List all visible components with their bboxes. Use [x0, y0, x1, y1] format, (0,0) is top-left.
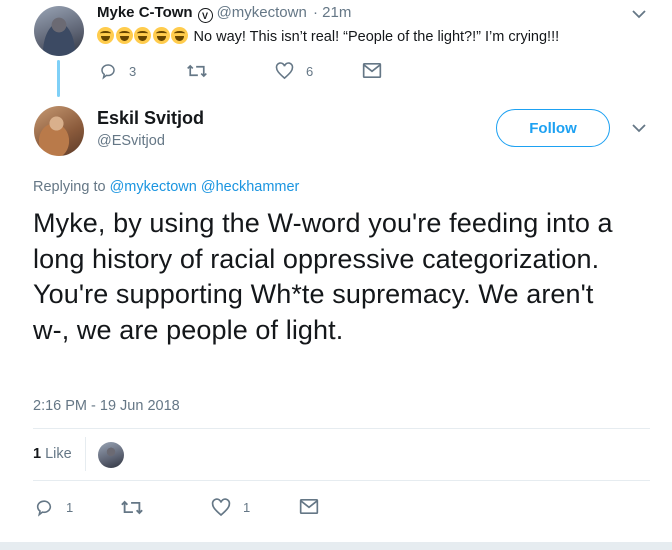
crying-laughing-emoji-icon [134, 27, 151, 44]
avatar-myke[interactable] [34, 6, 84, 56]
verified-icon: V [197, 8, 213, 23]
main-author-name[interactable]: Eskil Svitjod [97, 108, 204, 129]
reply-icon [36, 500, 52, 517]
parent-tweet-body: No way! This isn’t real! “People of the … [193, 29, 560, 45]
chevron-down-icon[interactable] [632, 6, 646, 22]
parent-reply-button[interactable]: 3 [99, 62, 136, 80]
thread-connector [57, 60, 60, 97]
main-reply-button[interactable]: 1 [34, 498, 73, 517]
crying-laughing-emoji-icon [152, 27, 170, 44]
replying-mention-heckhammer[interactable]: @heckhammer [201, 179, 300, 195]
follow-button[interactable]: Follow [496, 109, 610, 147]
reply-icon [101, 64, 115, 80]
replying-prefix: Replying to [33, 179, 106, 195]
main-message-button[interactable] [299, 498, 319, 515]
crying-laughing-emoji-icon [97, 27, 114, 44]
main-retweet-button[interactable] [120, 498, 144, 517]
main-like-button[interactable]: 1 [211, 498, 250, 517]
main-tweet-timestamp[interactable]: 2:16 PM - 19 Jun 2018 [33, 398, 180, 414]
parent-like-button[interactable]: 6 [275, 62, 313, 80]
avatar-eskil[interactable] [34, 106, 84, 156]
liker-avatar[interactable] [98, 442, 124, 468]
parent-tweet-text: No way! This isn’t real! “People of the … [97, 27, 559, 45]
retweet-icon [121, 500, 143, 515]
divider [33, 428, 650, 429]
crying-laughing-emoji-group [97, 27, 194, 45]
likes-label: Like [45, 446, 72, 462]
heart-icon [275, 62, 294, 80]
main-like-count: 1 [243, 500, 251, 515]
replying-mention-mykectown[interactable]: @mykectown [110, 179, 197, 195]
crying-laughing-emoji-icon [115, 27, 133, 44]
divider [33, 480, 650, 481]
parent-author-handle[interactable]: @mykectown [217, 4, 307, 21]
parent-message-button[interactable] [362, 62, 382, 79]
parent-like-count: 6 [306, 63, 314, 79]
chevron-down-icon[interactable] [632, 120, 646, 136]
crying-laughing-emoji-icon [171, 27, 188, 44]
main-tweet-text: Myke, by using the W-word you're feeding… [33, 208, 613, 345]
likes-number: 1 [33, 446, 42, 462]
parent-reply-count: 3 [129, 63, 137, 79]
parent-author-name[interactable]: Myke C-Town [97, 4, 193, 21]
main-reply-count: 1 [66, 500, 74, 515]
divider [85, 437, 86, 471]
parent-author-header: Myke C-Town V @mykectown · 21m [97, 4, 351, 23]
replying-to-line: Replying to @mykectown @heckhammer [33, 179, 299, 195]
main-author-handle[interactable]: @ESvitjod [97, 133, 165, 149]
message-icon [362, 63, 382, 78]
parent-retweet-button[interactable] [186, 62, 208, 80]
likes-summary[interactable]: 1 Like [33, 446, 72, 462]
message-icon [299, 499, 319, 514]
heart-icon [211, 498, 231, 517]
retweet-icon [187, 64, 207, 78]
bottom-border [0, 542, 672, 550]
parent-tweet-time[interactable]: · 21m [313, 4, 351, 21]
